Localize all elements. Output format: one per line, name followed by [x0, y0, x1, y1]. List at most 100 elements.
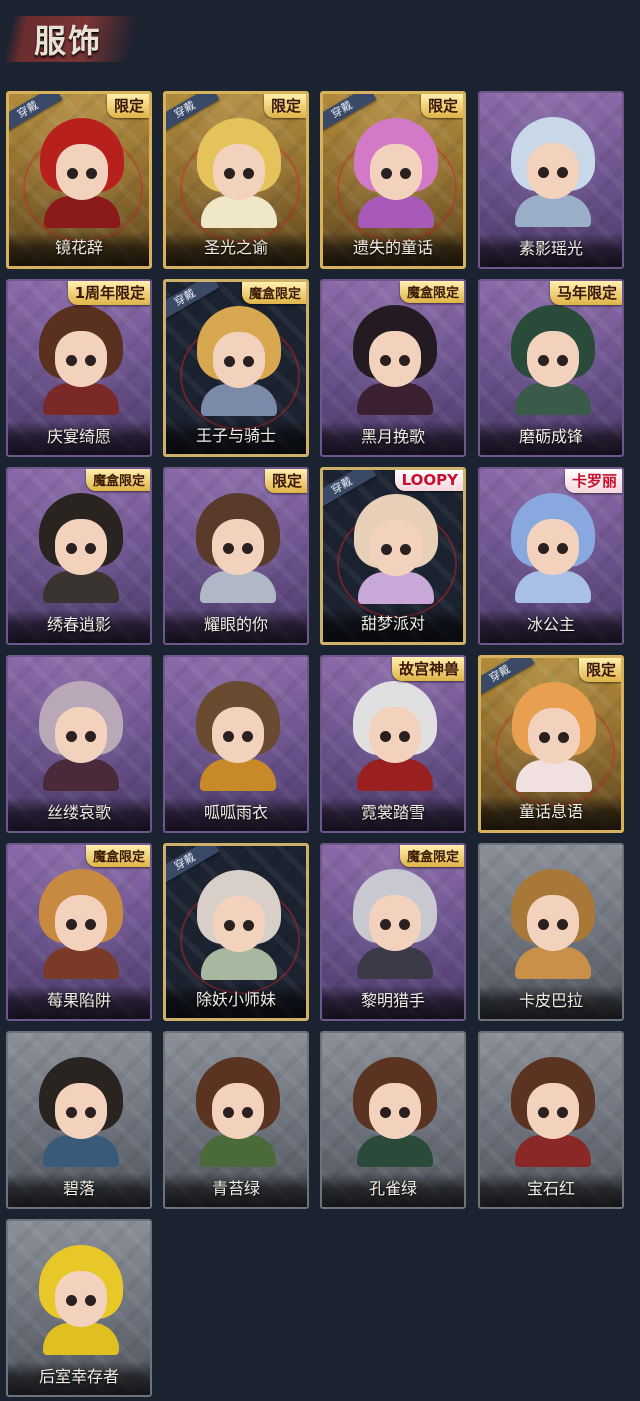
- portrait-face: [527, 519, 579, 575]
- portrait-eye: [224, 356, 235, 367]
- costume-card[interactable]: 镜花辞 限定 穿戴: [6, 91, 152, 269]
- costume-card[interactable]: 冰公主 卡罗丽: [478, 467, 624, 645]
- character-portrait: [347, 305, 443, 415]
- costume-card[interactable]: 童话息语 限定 穿戴: [478, 655, 624, 833]
- portrait-face: [56, 144, 108, 200]
- portrait-face: [527, 143, 579, 199]
- portrait-eye: [538, 355, 549, 366]
- portrait-eye: [85, 1107, 96, 1118]
- portrait-eye: [399, 919, 410, 930]
- limited-tag: 故宫神兽: [391, 657, 464, 681]
- costume-card[interactable]: 王子与骑士 魔盒限定 穿戴: [163, 279, 309, 457]
- portrait-body: [515, 1135, 591, 1167]
- character-portrait: [33, 681, 129, 791]
- portrait-body: [201, 196, 277, 228]
- portrait-body: [43, 1323, 119, 1355]
- character-portrait: [347, 869, 443, 979]
- portrait-body: [357, 759, 433, 791]
- costume-card[interactable]: 青苔绿: [163, 1031, 309, 1209]
- costume-name: 圣光之谕: [203, 238, 268, 257]
- costume-card[interactable]: 卡皮巴拉: [478, 843, 624, 1021]
- portrait-eye: [399, 355, 410, 366]
- costume-name: 青苔绿: [211, 1179, 260, 1198]
- costume-card[interactable]: 黎明猎手 魔盒限定: [320, 843, 466, 1021]
- portrait-face: [528, 708, 580, 764]
- portrait-body: [43, 947, 119, 979]
- costume-name: 呱呱雨衣: [203, 803, 268, 822]
- portrait-eye: [242, 543, 253, 554]
- portrait-eye: [66, 919, 77, 930]
- portrait-eye: [223, 543, 234, 554]
- portrait-body: [200, 759, 276, 791]
- portrait-eye: [66, 1107, 77, 1118]
- costume-name: 霓裳踏雪: [360, 803, 425, 822]
- costume-name: 除妖小师妹: [195, 990, 276, 1009]
- costume-card[interactable]: 呱呱雨衣: [163, 655, 309, 833]
- character-portrait: [505, 1057, 601, 1167]
- portrait-face: [369, 331, 421, 387]
- costume-card[interactable]: 庆宴绮愿 1周年限定: [6, 279, 152, 457]
- costume-name: 镜花辞: [54, 238, 103, 257]
- portrait-face: [213, 896, 265, 952]
- costume-card[interactable]: 耀眼的你 限定: [163, 467, 309, 645]
- character-portrait: [191, 118, 287, 228]
- limited-tag: 魔盒限定: [399, 845, 464, 867]
- portrait-face: [212, 707, 264, 763]
- portrait-eye: [242, 731, 253, 742]
- portrait-face: [55, 707, 107, 763]
- portrait-eye: [243, 920, 254, 931]
- portrait-eye: [380, 731, 391, 742]
- costume-card[interactable]: 丝缕哀歌: [6, 655, 152, 833]
- costume-card[interactable]: 甜梦派对 LOOPY 穿戴: [320, 467, 466, 645]
- costume-name: 黎明猎手: [360, 991, 425, 1010]
- costume-name: 耀眼的你: [203, 615, 268, 634]
- limited-tag: 魔盒限定: [399, 281, 464, 303]
- costume-grid: 镜花辞 限定 穿戴 圣光之谕 限定 穿戴 遗失的童话 限定 穿戴 素影瑶光庆宴绮愿 1周年限定 王子与…: [0, 0, 640, 1401]
- portrait-eye: [67, 168, 78, 179]
- character-portrait: [191, 870, 287, 980]
- character-portrait: [347, 1057, 443, 1167]
- character-portrait: [348, 118, 444, 228]
- portrait-eye: [538, 919, 549, 930]
- costume-card[interactable]: 霓裳踏雪 故宫神兽: [320, 655, 466, 833]
- portrait-body: [357, 947, 433, 979]
- costume-name: 绣春逍影: [46, 615, 111, 634]
- character-portrait: [33, 1245, 129, 1355]
- limited-tag: 魔盒限定: [241, 282, 306, 304]
- costume-name: 丝缕哀歌: [46, 803, 111, 822]
- costume-card[interactable]: 孔雀绿: [320, 1031, 466, 1209]
- costume-card[interactable]: 碧落: [6, 1031, 152, 1209]
- character-portrait: [33, 1057, 129, 1167]
- portrait-face: [527, 895, 579, 951]
- costume-card[interactable]: 莓果陷阱 魔盒限定: [6, 843, 152, 1021]
- character-portrait: [505, 305, 601, 415]
- portrait-eye: [223, 1107, 234, 1118]
- costume-card[interactable]: 除妖小师妹 穿戴: [163, 843, 309, 1021]
- portrait-eye: [85, 543, 96, 554]
- portrait-face: [369, 895, 421, 951]
- costume-name: 莓果陷阱: [46, 991, 111, 1010]
- portrait-eye: [380, 919, 391, 930]
- costume-card[interactable]: 磨砺成锋 马年限定: [478, 279, 624, 457]
- portrait-eye: [66, 355, 77, 366]
- limited-tag: 限定: [420, 94, 463, 118]
- portrait-body: [43, 1135, 119, 1167]
- costume-card[interactable]: 绣春逍影 魔盒限定: [6, 467, 152, 645]
- portrait-face: [55, 1083, 107, 1139]
- costume-card[interactable]: 圣光之谕 限定 穿戴: [163, 91, 309, 269]
- portrait-face: [213, 332, 265, 388]
- costume-name: 宝石红: [526, 1179, 575, 1198]
- costume-name: 冰公主: [526, 615, 575, 634]
- portrait-body: [516, 760, 592, 792]
- portrait-face: [55, 519, 107, 575]
- portrait-body: [200, 1135, 276, 1167]
- costume-card[interactable]: 黑月挽歌 魔盒限定: [320, 279, 466, 457]
- costume-card[interactable]: 后室幸存者: [6, 1219, 152, 1397]
- character-portrait: [347, 681, 443, 791]
- portrait-body: [201, 384, 277, 416]
- portrait-body: [515, 383, 591, 415]
- costume-name: 磨砺成锋: [518, 427, 583, 446]
- costume-card[interactable]: 遗失的童话 限定 穿戴: [320, 91, 466, 269]
- costume-card[interactable]: 宝石红: [478, 1031, 624, 1209]
- costume-card[interactable]: 素影瑶光: [478, 91, 624, 269]
